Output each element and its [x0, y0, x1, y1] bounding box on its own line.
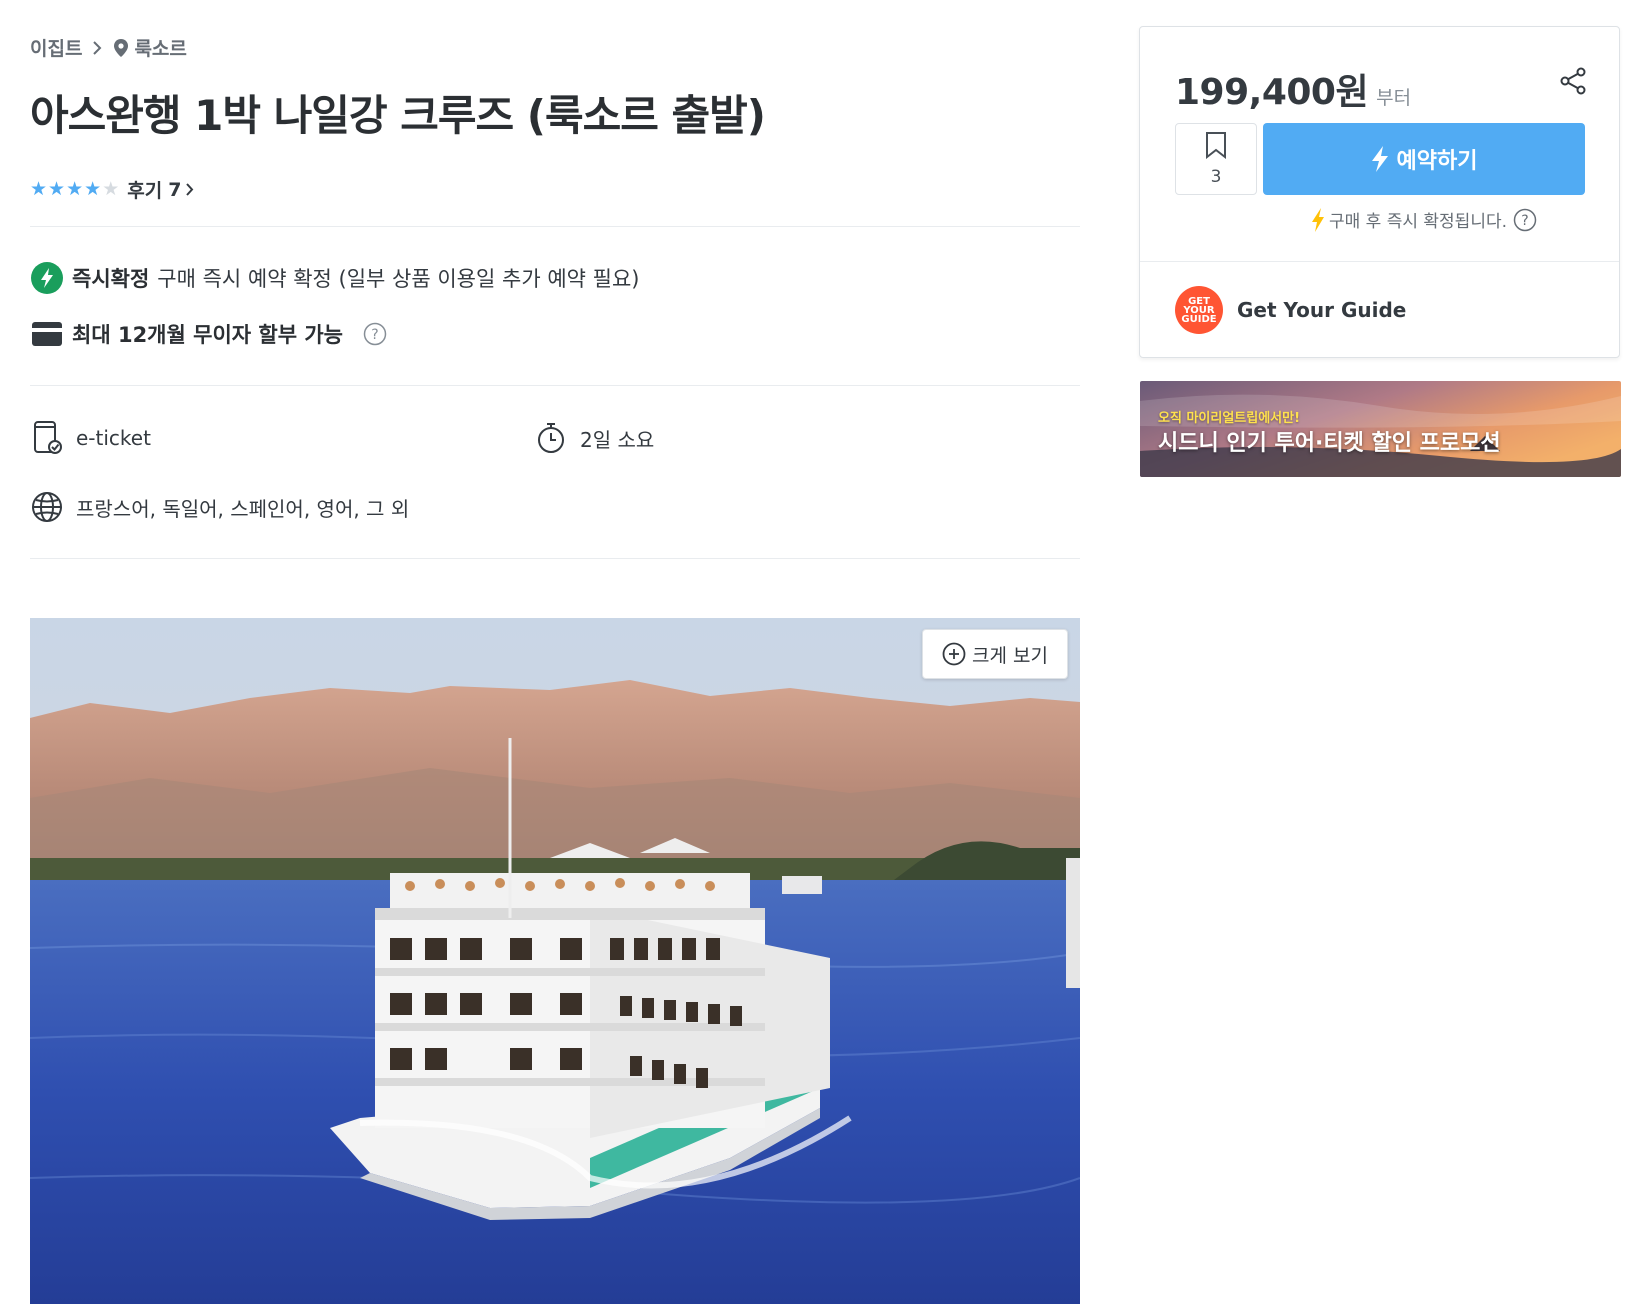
review-count: 7	[168, 178, 182, 201]
supplier-logo: GET YOUR GUIDE	[1175, 286, 1223, 334]
card-icon	[30, 317, 64, 351]
ticket-info: e-ticket	[30, 421, 151, 455]
language-info: 프랑스어, 독일어, 스페인어, 영어, 그 외	[30, 490, 409, 524]
star-filled-icon: ★	[48, 178, 66, 200]
instant-note-text: 구매 후 즉시 확정됩니다.	[1328, 212, 1507, 232]
svg-text:?: ?	[1521, 213, 1528, 229]
promo-subtitle: 오직 마이리얼트립에서만!	[1158, 411, 1301, 426]
supplier-row[interactable]: GET YOUR GUIDE Get Your Guide	[1175, 286, 1406, 334]
help-icon[interactable]: ?	[1513, 208, 1537, 232]
timer-icon	[534, 421, 568, 455]
bolt-icon	[1311, 207, 1325, 232]
ticket-type: e-ticket	[76, 426, 151, 450]
divider	[30, 226, 1080, 227]
zoom-plus-icon	[942, 642, 966, 666]
bookmark-icon	[1205, 131, 1227, 163]
price-row: 199,400원 부터	[1175, 63, 1411, 115]
book-button[interactable]: 예약하기	[1263, 123, 1585, 195]
divider	[1140, 261, 1619, 262]
instant-confirm-title: 즉시확정	[72, 267, 150, 291]
page-title: 아스완행 1박 나일강 크루즈 (룩소르 출발)	[30, 91, 766, 140]
wishlist-button[interactable]: 3	[1175, 123, 1257, 195]
bolt-icon	[1371, 146, 1389, 172]
breadcrumb-country[interactable]: 이집트	[30, 34, 82, 61]
breadcrumb: 이집트 룩소르	[30, 34, 187, 61]
promo-banner[interactable]: 오직 마이리얼트립에서만! 시드니 인기 투어·티켓 할인 프로모션	[1140, 381, 1621, 477]
star-empty-icon: ★	[102, 178, 120, 200]
instant-confirm-desc: 구매 즉시 예약 확정 (일부 상품 이용일 추가 예약 필요)	[157, 267, 640, 291]
instant-note: 구매 후 즉시 확정됩니다. ?	[1263, 207, 1585, 232]
language-list: 프랑스어, 독일어, 스페인어, 영어, 그 외	[76, 496, 410, 521]
bolt-icon	[30, 261, 64, 295]
supplier-name: Get Your Guide	[1237, 298, 1407, 322]
share-icon[interactable]	[1559, 67, 1587, 95]
hero-image[interactable]: 크게 보기	[30, 618, 1080, 1304]
promo-headline: 시드니 인기 투어·티켓 할인 프로모션	[1158, 431, 1501, 456]
zoom-label: 크게 보기	[972, 644, 1048, 667]
globe-icon	[30, 490, 64, 524]
star-filled-icon: ★	[84, 178, 102, 200]
book-label: 예약하기	[1396, 149, 1478, 174]
duration-info: 2일 소요	[534, 421, 654, 455]
svg-text:?: ?	[371, 327, 378, 343]
review-label: 후기	[127, 180, 163, 202]
supplier-logo-line: GUIDE	[1181, 313, 1217, 325]
chevron-right-icon	[185, 183, 194, 196]
instant-confirm-row: 즉시확정 구매 즉시 예약 확정 (일부 상품 이용일 추가 예약 필요)	[30, 261, 639, 295]
rating-summary: ★ ★ ★ ★ ★ 후기 7	[30, 176, 194, 203]
installment-text: 최대 12개월 무이자 할부 가능	[72, 323, 343, 347]
duration-text: 2일 소요	[580, 427, 655, 452]
location-pin-icon	[114, 38, 129, 57]
eticket-icon	[30, 421, 64, 455]
chevron-right-icon	[92, 40, 102, 55]
wishlist-count: 3	[1210, 167, 1222, 187]
booking-card: 199,400원 부터 3 예약하기 구매 후 즉시 확정됩니다. ? GET …	[1139, 26, 1620, 358]
star-filled-icon: ★	[30, 178, 48, 200]
star-filled-icon: ★	[66, 178, 84, 200]
divider	[30, 385, 1080, 386]
rating-stars: ★ ★ ★ ★ ★	[30, 180, 119, 199]
nile-cruise-photo	[30, 618, 1080, 1304]
breadcrumb-city[interactable]: 룩소르	[134, 34, 186, 61]
price-suffix: 부터	[1376, 87, 1412, 109]
help-icon[interactable]: ?	[363, 322, 387, 346]
installment-row: 최대 12개월 무이자 할부 가능 ?	[30, 317, 387, 351]
divider	[30, 558, 1080, 559]
price: 199,400원	[1175, 72, 1369, 113]
zoom-button[interactable]: 크게 보기	[922, 629, 1068, 679]
review-link[interactable]: 후기 7	[127, 176, 194, 203]
